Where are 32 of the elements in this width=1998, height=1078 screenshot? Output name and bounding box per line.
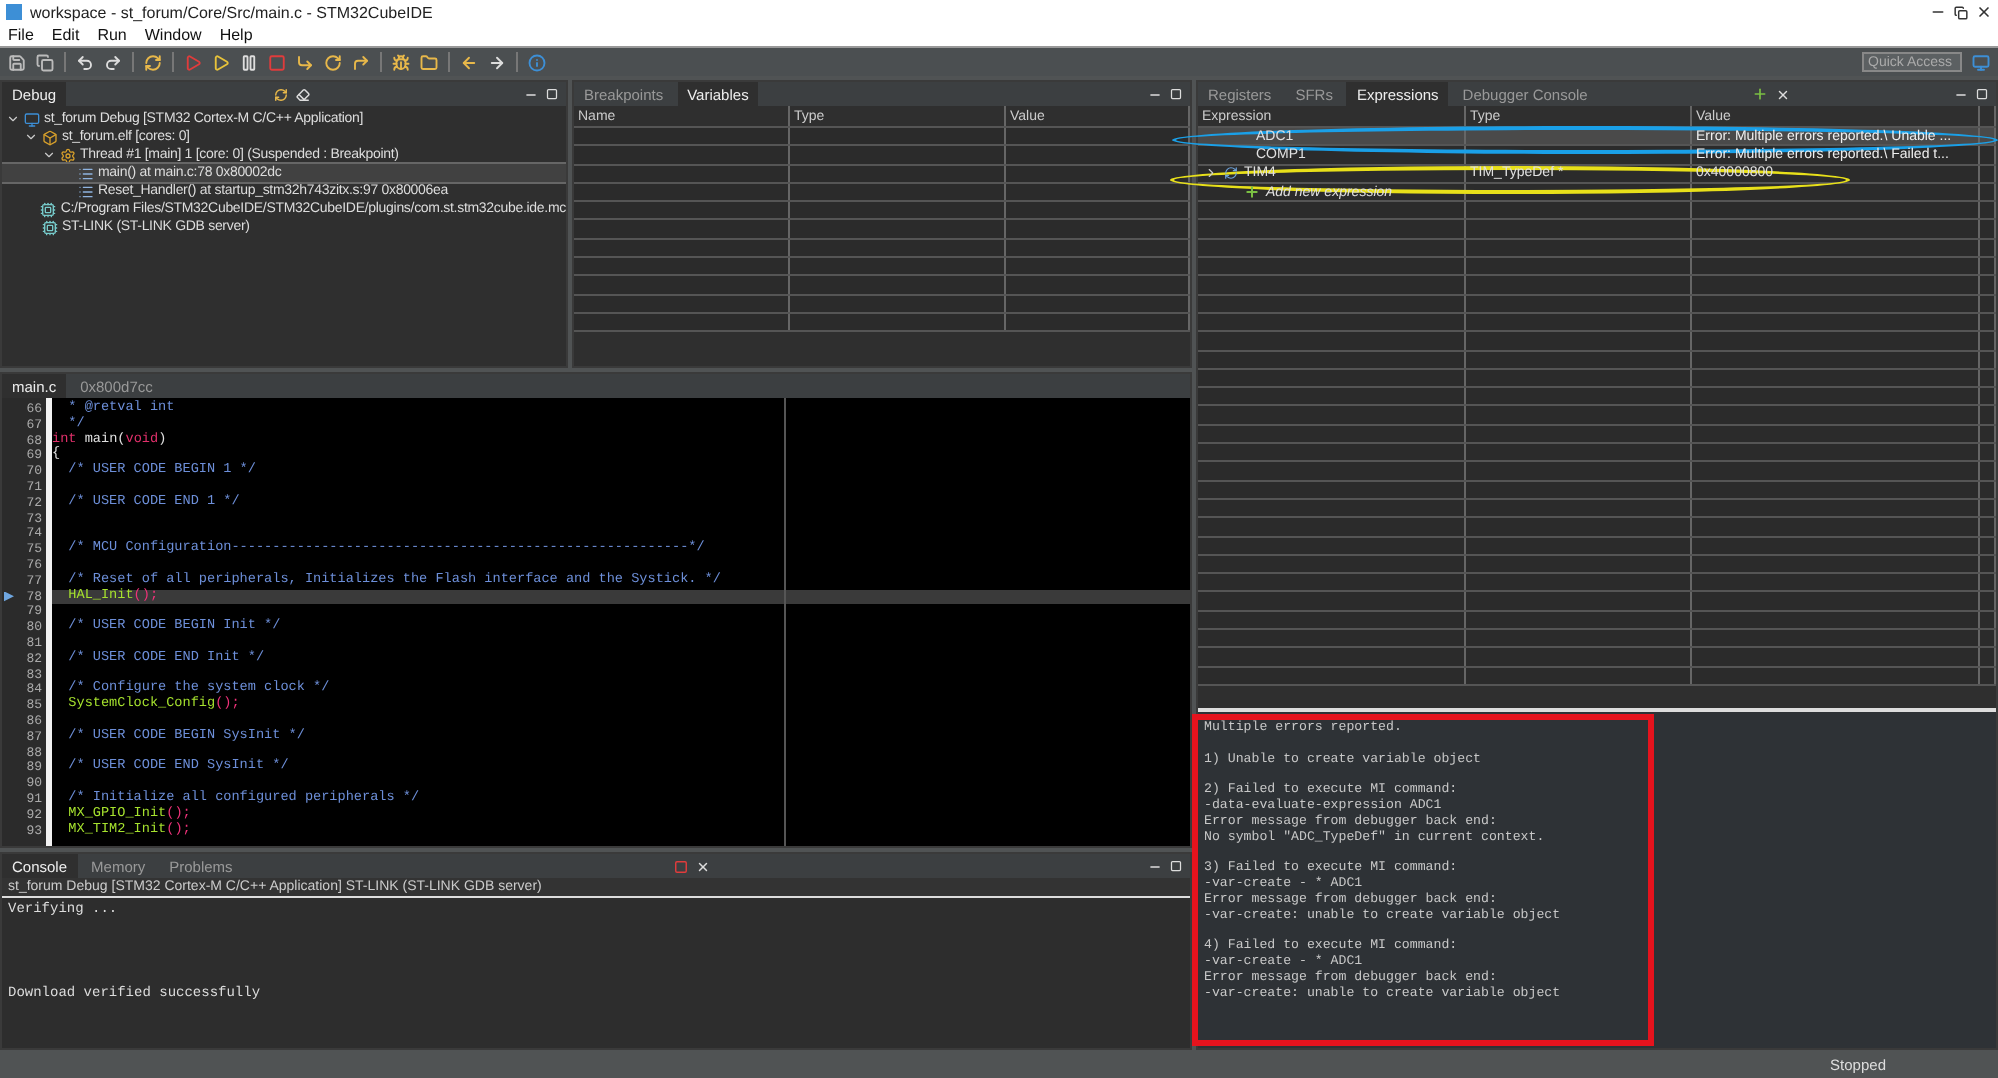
refresh-icon[interactable] — [144, 53, 162, 71]
maximize-icon[interactable] — [1170, 88, 1182, 100]
window-title: workspace - st_forum/Core/Src/main.c - STM32CubeIDE — [30, 3, 435, 21]
copy-icon[interactable] — [36, 53, 54, 71]
redo-icon[interactable] — [104, 53, 122, 71]
step-return-icon[interactable] — [352, 53, 370, 71]
back-icon[interactable] — [460, 53, 478, 71]
app-logo-icon — [6, 4, 22, 20]
maximize-icon[interactable] — [1170, 860, 1182, 872]
undo-icon[interactable] — [76, 53, 94, 71]
menu-item[interactable]: File — [8, 26, 34, 44]
eraser-icon[interactable] — [295, 87, 310, 101]
remove-icon[interactable] — [1776, 87, 1791, 101]
menu-item[interactable]: Window — [144, 26, 202, 44]
bug-icon[interactable] — [392, 53, 410, 71]
restore-icon[interactable] — [1954, 5, 1968, 19]
menu-item[interactable]: Edit — [51, 26, 80, 44]
play-icon[interactable] — [212, 53, 230, 71]
pause-icon[interactable] — [240, 53, 258, 71]
save-icon[interactable] — [8, 53, 26, 71]
menu-item[interactable]: Help — [219, 26, 253, 44]
forward-icon[interactable] — [488, 53, 506, 71]
folder-icon[interactable] — [420, 53, 438, 71]
maximize-icon[interactable] — [545, 88, 558, 100]
step-into-icon[interactable] — [296, 53, 314, 71]
maximize-icon[interactable] — [1976, 88, 1988, 100]
refresh-icon[interactable] — [273, 87, 288, 101]
close-icon[interactable] — [1976, 4, 1992, 20]
terminate-icon[interactable] — [673, 859, 688, 873]
menu-item[interactable]: Run — [97, 26, 127, 44]
remove-icon[interactable] — [695, 859, 710, 873]
add-icon[interactable] — [1244, 184, 1260, 201]
